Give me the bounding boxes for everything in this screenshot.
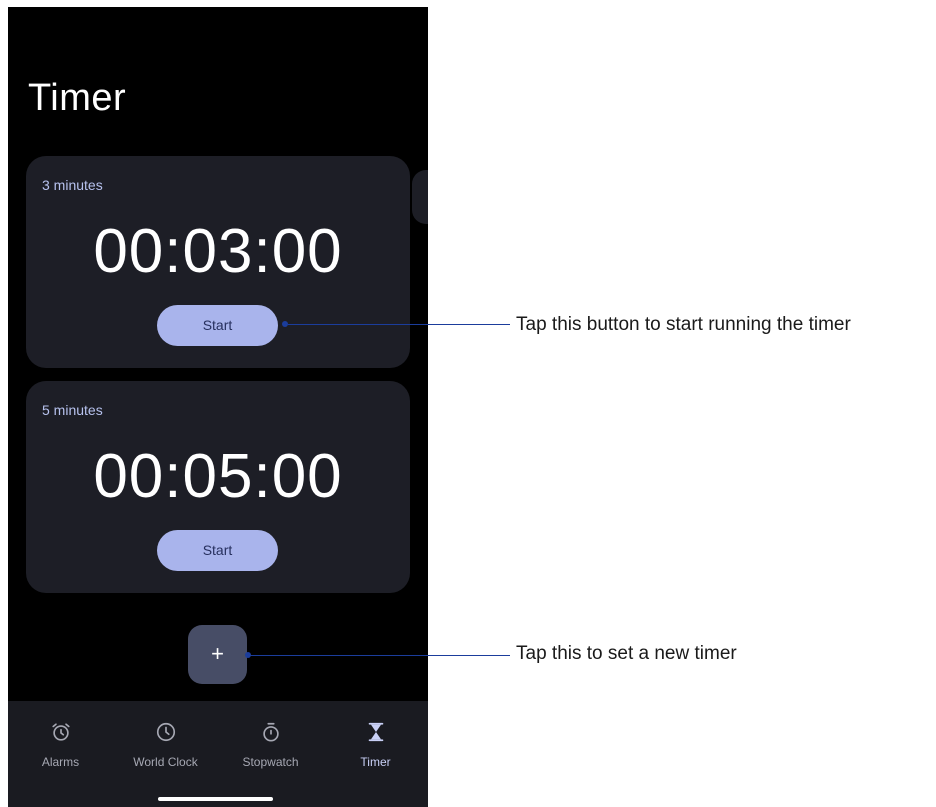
nav-item-world-clock[interactable]: World Clock [113,701,218,781]
nav-label: Timer [360,755,391,769]
start-button[interactable]: Start [157,530,278,571]
add-timer-button[interactable]: + [188,625,247,684]
timer-time-display: 00:05:00 [93,442,343,511]
stopwatch-icon [263,722,279,742]
nav-label: World Clock [133,755,198,769]
nav-label: Alarms [41,755,80,769]
page-title: Timer [28,77,127,119]
alarm-clock-icon [52,723,70,741]
nav-item-alarms[interactable]: Alarms [8,701,113,781]
callout-add-text: Tap this to set a new timer [516,643,737,664]
timer-time-display: 00:03:00 [93,217,343,286]
start-button[interactable]: Start [157,305,278,346]
timer-label: 5 minutes [42,402,103,418]
callout-line [288,324,510,325]
timer-card-5-minutes[interactable]: 5 minutes 00:05:00 Start [26,381,410,593]
timer-card-3-minutes[interactable]: 3 minutes 00:03:00 Start [26,156,410,368]
home-indicator[interactable] [158,797,273,801]
bottom-navigation: Alarms World Clock Stopwatch Timer [8,701,428,807]
next-page-card-edge [412,170,428,224]
clock-icon [156,722,176,742]
timer-label: 3 minutes [42,177,103,193]
nav-item-timer[interactable]: Timer [323,701,428,781]
callout-line [250,655,510,656]
hourglass-icon [368,722,384,742]
callout-start-text: Tap this button to start running the tim… [516,314,851,335]
phone-screen: Timer 3 minutes 00:03:00 Start 5 minutes… [8,7,428,807]
nav-item-stopwatch[interactable]: Stopwatch [218,701,323,781]
nav-label: Stopwatch [242,755,299,769]
